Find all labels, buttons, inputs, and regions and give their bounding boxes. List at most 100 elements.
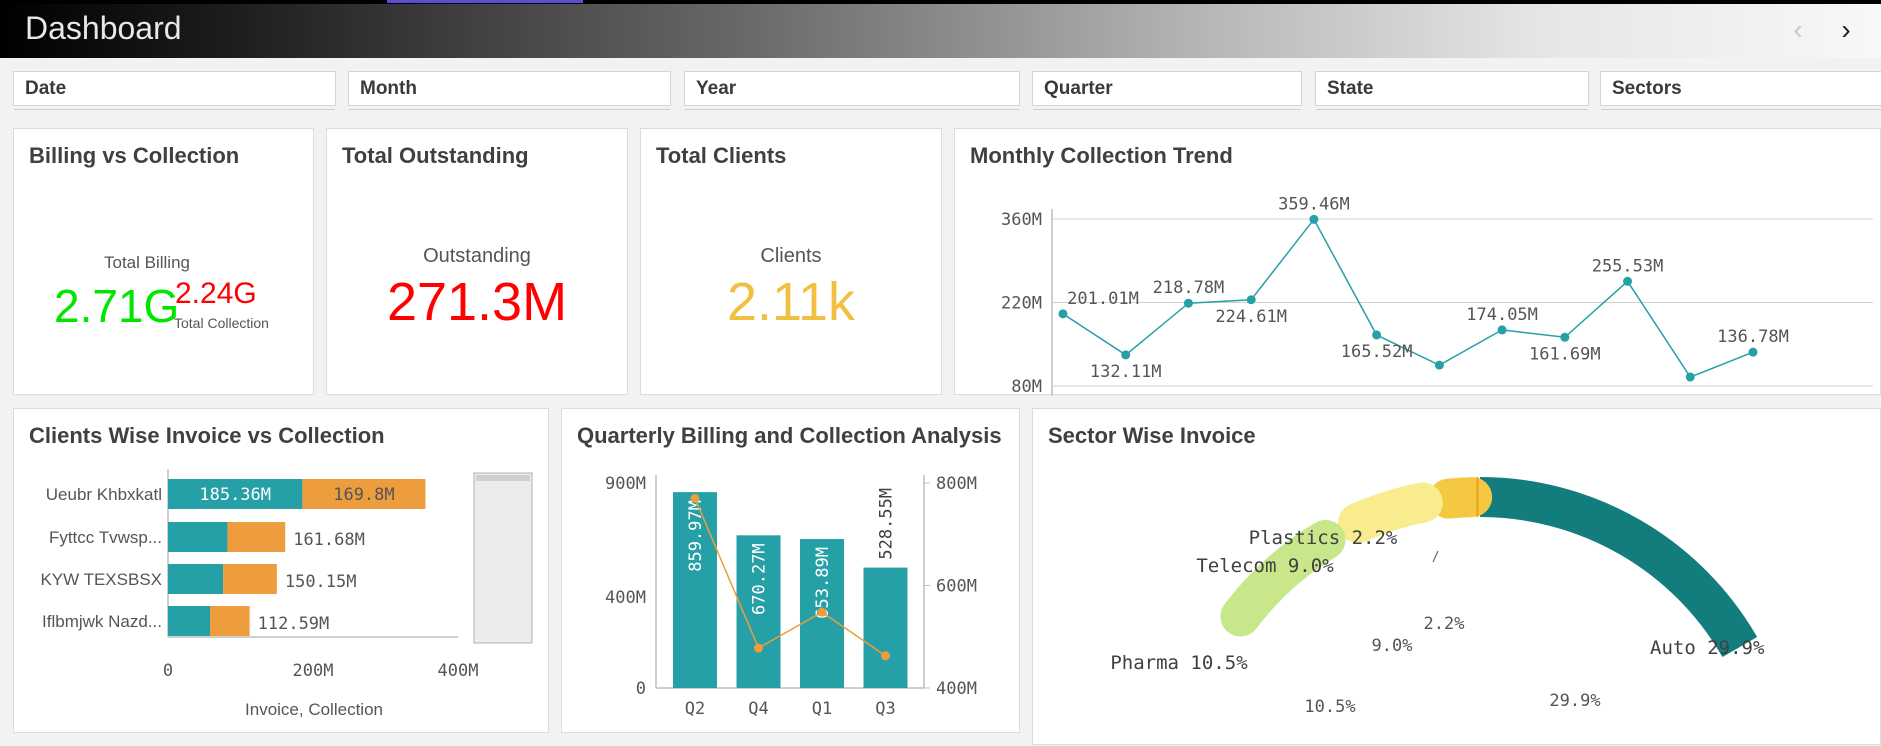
sector-invoice-card[interactable]: Sector Wise Invoice Sectors Auto 29.9% Pla… <box>1032 408 1881 745</box>
monthly-collection-trend-card[interactable]: Monthly Collection Trend 360M 220M 80M 201.… <box>954 128 1881 396</box>
bar-segment <box>227 522 286 552</box>
y-tick-label: 360M <box>1001 210 1042 230</box>
data-label: 359.46M <box>1278 194 1350 214</box>
filter-month[interactable]: Month <box>348 71 671 110</box>
data-point <box>1183 298 1193 308</box>
total-label: 112.59M <box>258 614 330 634</box>
billing-vs-collection-card[interactable]: Billing vs Collection Total Billing 2.71… <box>13 128 314 395</box>
bar-segment <box>168 522 228 552</box>
collection-line <box>694 498 886 657</box>
slice-plastics <box>1428 477 1493 519</box>
data-label: 224.61M <box>1215 307 1287 327</box>
bar-label: 528.55M <box>877 488 897 560</box>
tab-accent-line <box>387 0 583 3</box>
monthly-trend-chart: 360M 220M 80M 201.01M 132.11M 218.78M 224.61M 3… <box>1001 194 1873 396</box>
total-collection-value: 2.24G <box>175 277 257 310</box>
bar-label: 859.97M <box>686 500 706 572</box>
left-tick-label: 0 <box>636 679 646 699</box>
total-collection-label: Total Collection <box>174 315 269 331</box>
filter-date[interactable]: Date <box>13 71 336 110</box>
right-tick-label: 800M <box>936 474 977 494</box>
clients-label: Clients <box>760 245 822 267</box>
outer-label-telecom: Telecom 9.0% <box>1196 555 1334 577</box>
y-tick-label: 220M <box>1001 294 1042 314</box>
segment-label: 185.36M <box>199 485 271 505</box>
filter-quarter[interactable]: Quarter <box>1032 71 1302 110</box>
data-label: 165.52M <box>1341 342 1413 362</box>
data-label: 255.53M <box>1592 256 1664 276</box>
filter-state[interactable]: State <box>1315 71 1589 110</box>
scroll-minimap <box>473 472 533 644</box>
card-title: Billing vs Collection <box>29 143 240 168</box>
category-label: Fyttcc Tvwsp... <box>49 528 162 547</box>
clients-value: 2.11k <box>726 272 856 332</box>
chevron-right-icon[interactable]: › <box>1828 12 1864 48</box>
segment-label: 169.8M <box>333 485 394 505</box>
chevron-left-icon[interactable]: ‹ <box>1780 12 1816 48</box>
inner-label-auto: 29.9% <box>1549 691 1600 711</box>
line-point <box>881 651 890 661</box>
x-tick-label: Q4 <box>748 699 768 719</box>
x-tick-label: 0 <box>163 661 173 681</box>
data-label: 218.78M <box>1153 278 1225 298</box>
right-tick-label: 400M <box>936 679 977 699</box>
total-outstanding-card[interactable]: Total Outstanding Outstanding 271.3M <box>326 128 628 395</box>
x-tick-label: Q3 <box>875 699 895 719</box>
scroll-thumb <box>476 475 530 481</box>
clients-bar-chart: Ueubr Khbxkatl 185.36M 169.8M Fyttcc Tvwsp.… <box>40 469 533 719</box>
card-title: Total Outstanding <box>342 143 529 168</box>
data-label: 174.05M <box>1466 305 1538 325</box>
x-tick-label: Q1 <box>812 699 832 719</box>
data-point <box>1434 360 1444 370</box>
data-label: 161.69M <box>1529 344 1601 364</box>
clients-invoice-card[interactable]: Clients Wise Invoice vs Collection Ueubr… <box>13 408 549 733</box>
filter-year[interactable]: Year <box>684 71 1020 110</box>
filter-sectors[interactable]: Sectors <box>1600 71 1881 110</box>
bar-label: 670.27M <box>750 543 770 615</box>
leader-line <box>1432 550 1439 563</box>
x-tick-label: 200M <box>293 661 334 681</box>
total-billing-value: 2.71G <box>54 280 180 332</box>
quarterly-analysis-card[interactable]: Quarterly Billing and Collection Analysi… <box>561 408 1020 733</box>
data-point <box>1685 372 1695 382</box>
bar-segment <box>168 606 211 636</box>
total-billing-label: Total Billing <box>104 253 190 272</box>
data-label: 132.11M <box>1090 362 1162 382</box>
left-tick-label: 900M <box>605 474 646 494</box>
total-label: 161.68M <box>293 530 365 550</box>
right-tick-label: 600M <box>936 577 977 597</box>
slice-telecom <box>1337 482 1443 543</box>
x-tick-label: Q2 <box>685 699 705 719</box>
bar-segment <box>223 564 277 594</box>
slice-auto <box>1479 477 1758 658</box>
page-title: Dashboard <box>25 10 182 46</box>
data-point <box>1372 330 1382 340</box>
category-label: KYW TEXSBSX <box>40 570 162 589</box>
outstanding-label: Outstanding <box>423 245 531 267</box>
category-label: Ueubr Khbxkatl <box>46 485 162 504</box>
inner-label-plastics: 2.2% <box>1424 614 1465 634</box>
data-label: 136.78M <box>1717 327 1789 347</box>
sector-donut-chart: SectorsAuto 29.9%Plastics 2.2%Telecom 9.… <box>1110 477 1765 717</box>
total-label: 150.15M <box>285 572 357 592</box>
data-label: 201.01M <box>1067 289 1139 309</box>
inner-label-telecom: 9.0% <box>1372 636 1413 656</box>
outer-label-pharma: Pharma 10.5% <box>1110 652 1248 674</box>
quarterly-combo-chart: 900M400M0800M600M400M859.97MQ2670.27MQ46… <box>605 474 977 719</box>
x-tick-label: 400M <box>438 661 479 681</box>
bar <box>863 567 908 688</box>
data-point <box>1560 332 1570 342</box>
y-tick-label: 80M <box>1011 377 1042 396</box>
total-clients-card[interactable]: Total Clients Clients 2.11k <box>640 128 942 395</box>
line-point <box>690 493 700 503</box>
inner-label-pharma: 10.5% <box>1304 697 1355 717</box>
left-tick-label: 400M <box>605 588 646 608</box>
data-point <box>1623 276 1633 286</box>
data-point <box>1058 309 1068 319</box>
outstanding-value: 271.3M <box>386 272 568 332</box>
data-point <box>1121 350 1131 360</box>
top-bar: Dashboard ‹ › <box>0 0 1881 58</box>
outer-label-auto: Auto 29.9% <box>1650 637 1765 659</box>
slice-pharma <box>1220 519 1346 637</box>
data-point <box>1497 325 1507 335</box>
